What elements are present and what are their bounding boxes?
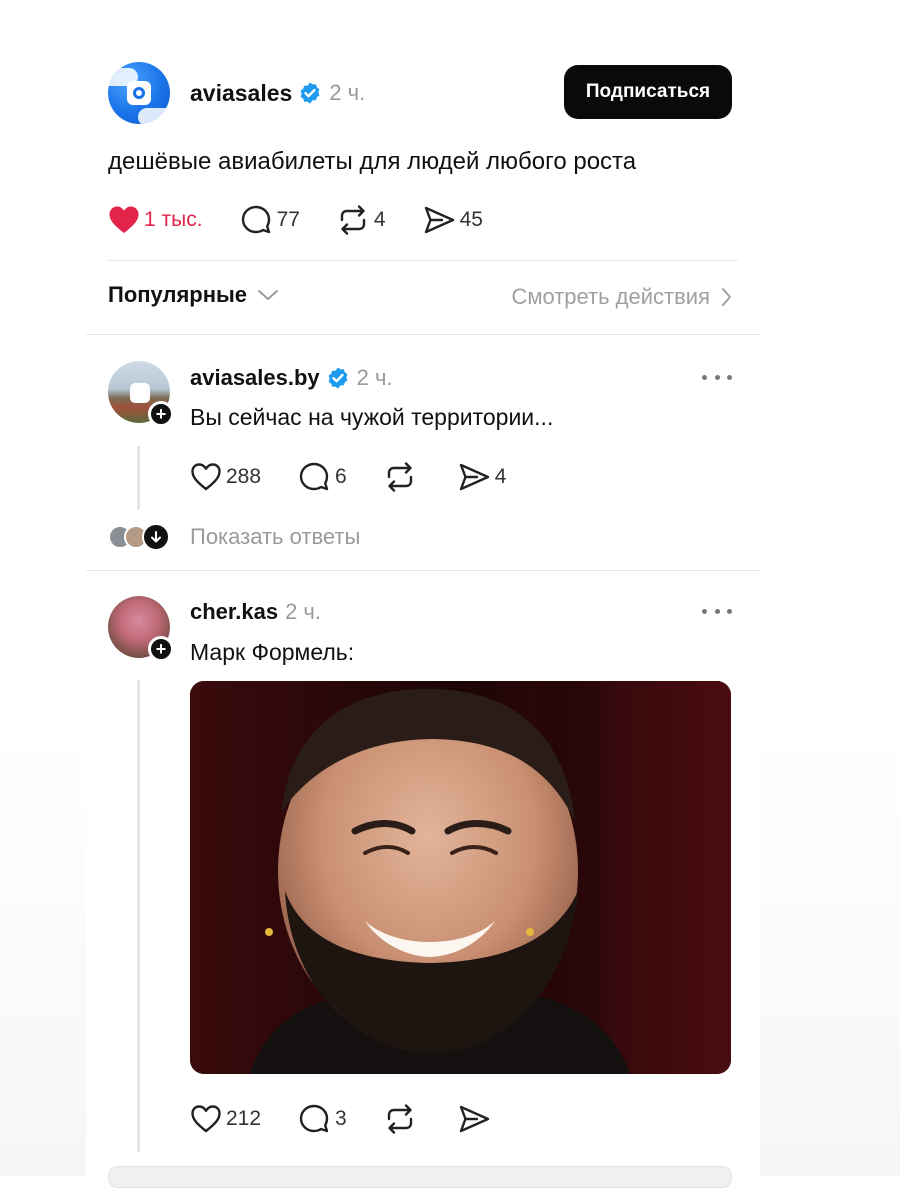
- reply-avatars-stack: [108, 522, 172, 552]
- next-reply-preview: [108, 1166, 732, 1188]
- share-icon: [457, 460, 491, 494]
- reply-name-row: cher.kas 2 ч.: [190, 597, 321, 627]
- post-image[interactable]: [190, 681, 731, 1074]
- repost-button[interactable]: [383, 1102, 421, 1136]
- post-text: дешёвые авиабилеты для людей любого рост…: [108, 148, 637, 175]
- divider: [108, 260, 738, 261]
- username-row: aviasales 2 ч.: [190, 77, 365, 109]
- sort-dropdown[interactable]: Популярные: [108, 282, 279, 308]
- heart-icon: [190, 1104, 222, 1134]
- main-post-actions: 1 тыс. 77 4 45: [108, 202, 519, 238]
- like-button[interactable]: 1 тыс.: [108, 205, 203, 235]
- thread-line: [137, 446, 140, 510]
- comment-button[interactable]: 77: [239, 203, 300, 237]
- verified-icon: [326, 366, 350, 390]
- follow-button[interactable]: Подписаться: [564, 65, 732, 119]
- reply-time: 2 ч.: [356, 365, 393, 390]
- repost-count: 4: [373, 208, 386, 231]
- repost-icon: [336, 203, 370, 237]
- plus-icon[interactable]: +: [148, 636, 174, 662]
- comment-count: 77: [276, 208, 300, 231]
- reply-actions: 212 3: [190, 1101, 531, 1137]
- username[interactable]: cher.kas: [190, 599, 278, 625]
- username[interactable]: aviasales: [190, 80, 292, 107]
- avatar[interactable]: +: [108, 361, 174, 427]
- share-count: 4: [494, 465, 507, 488]
- share-icon: [457, 1102, 491, 1136]
- plus-icon[interactable]: +: [148, 401, 174, 427]
- divider: [86, 334, 760, 335]
- username[interactable]: aviasales.by: [190, 365, 320, 391]
- share-button[interactable]: 4: [457, 460, 507, 494]
- like-button[interactable]: 212: [190, 1104, 261, 1134]
- post-time: 2 ч.: [329, 80, 366, 105]
- chevron-down-icon: [257, 288, 279, 302]
- sort-label: Популярные: [108, 282, 248, 307]
- aviasales-logo-icon: [127, 81, 151, 105]
- reply-time: 2 ч.: [285, 599, 321, 624]
- divider: [86, 570, 760, 571]
- chevron-right-icon: [720, 287, 732, 307]
- show-replies-button[interactable]: Показать ответы: [108, 522, 360, 552]
- view-activity-label: Смотреть действия: [511, 284, 710, 309]
- page: aviasales 2 ч. Подписаться дешёвые авиаб…: [0, 0, 900, 1188]
- reply-text: Марк Формель:: [190, 639, 355, 665]
- comment-button[interactable]: 3: [297, 1102, 347, 1136]
- smiling-man-photo: [190, 681, 731, 1074]
- view-activity-link[interactable]: Смотреть действия: [511, 284, 732, 310]
- comment-count: 6: [335, 465, 347, 488]
- share-button[interactable]: [457, 1102, 495, 1136]
- verified-icon: [298, 81, 322, 105]
- share-count: 45: [459, 208, 483, 231]
- repost-button[interactable]: [383, 460, 421, 494]
- aviasales-logo-icon: [130, 383, 150, 403]
- thread-line: [137, 680, 140, 1152]
- like-count: 1 тыс.: [144, 208, 203, 231]
- repost-icon: [383, 1102, 417, 1136]
- comment-icon: [239, 203, 273, 237]
- show-replies-label: Показать ответы: [190, 524, 361, 549]
- avatar[interactable]: +: [108, 596, 174, 662]
- like-count: 288: [226, 465, 262, 488]
- comment-button[interactable]: 6: [297, 460, 347, 494]
- comment-icon: [297, 460, 331, 494]
- arrow-down-icon: [142, 523, 170, 551]
- reply-text: Вы сейчас на чужой территории...: [190, 404, 554, 430]
- like-button[interactable]: 288: [190, 462, 261, 492]
- like-count: 212: [226, 1107, 262, 1130]
- avatar-cloud: [138, 108, 170, 124]
- more-icon[interactable]: [702, 372, 732, 382]
- heart-icon: [190, 462, 222, 492]
- main-post-header: aviasales 2 ч. Подписаться: [108, 62, 732, 124]
- share-button[interactable]: 45: [422, 203, 483, 237]
- reply-actions: 288 6 4: [190, 459, 542, 495]
- avatar[interactable]: [108, 62, 170, 124]
- reply-name-row: aviasales.by 2 ч.: [190, 363, 393, 393]
- comment-count: 3: [335, 1107, 347, 1130]
- repost-button[interactable]: 4: [336, 203, 386, 237]
- more-icon[interactable]: [702, 606, 732, 616]
- repost-icon: [383, 460, 417, 494]
- comment-icon: [297, 1102, 331, 1136]
- share-icon: [422, 203, 456, 237]
- heart-icon: [108, 205, 140, 235]
